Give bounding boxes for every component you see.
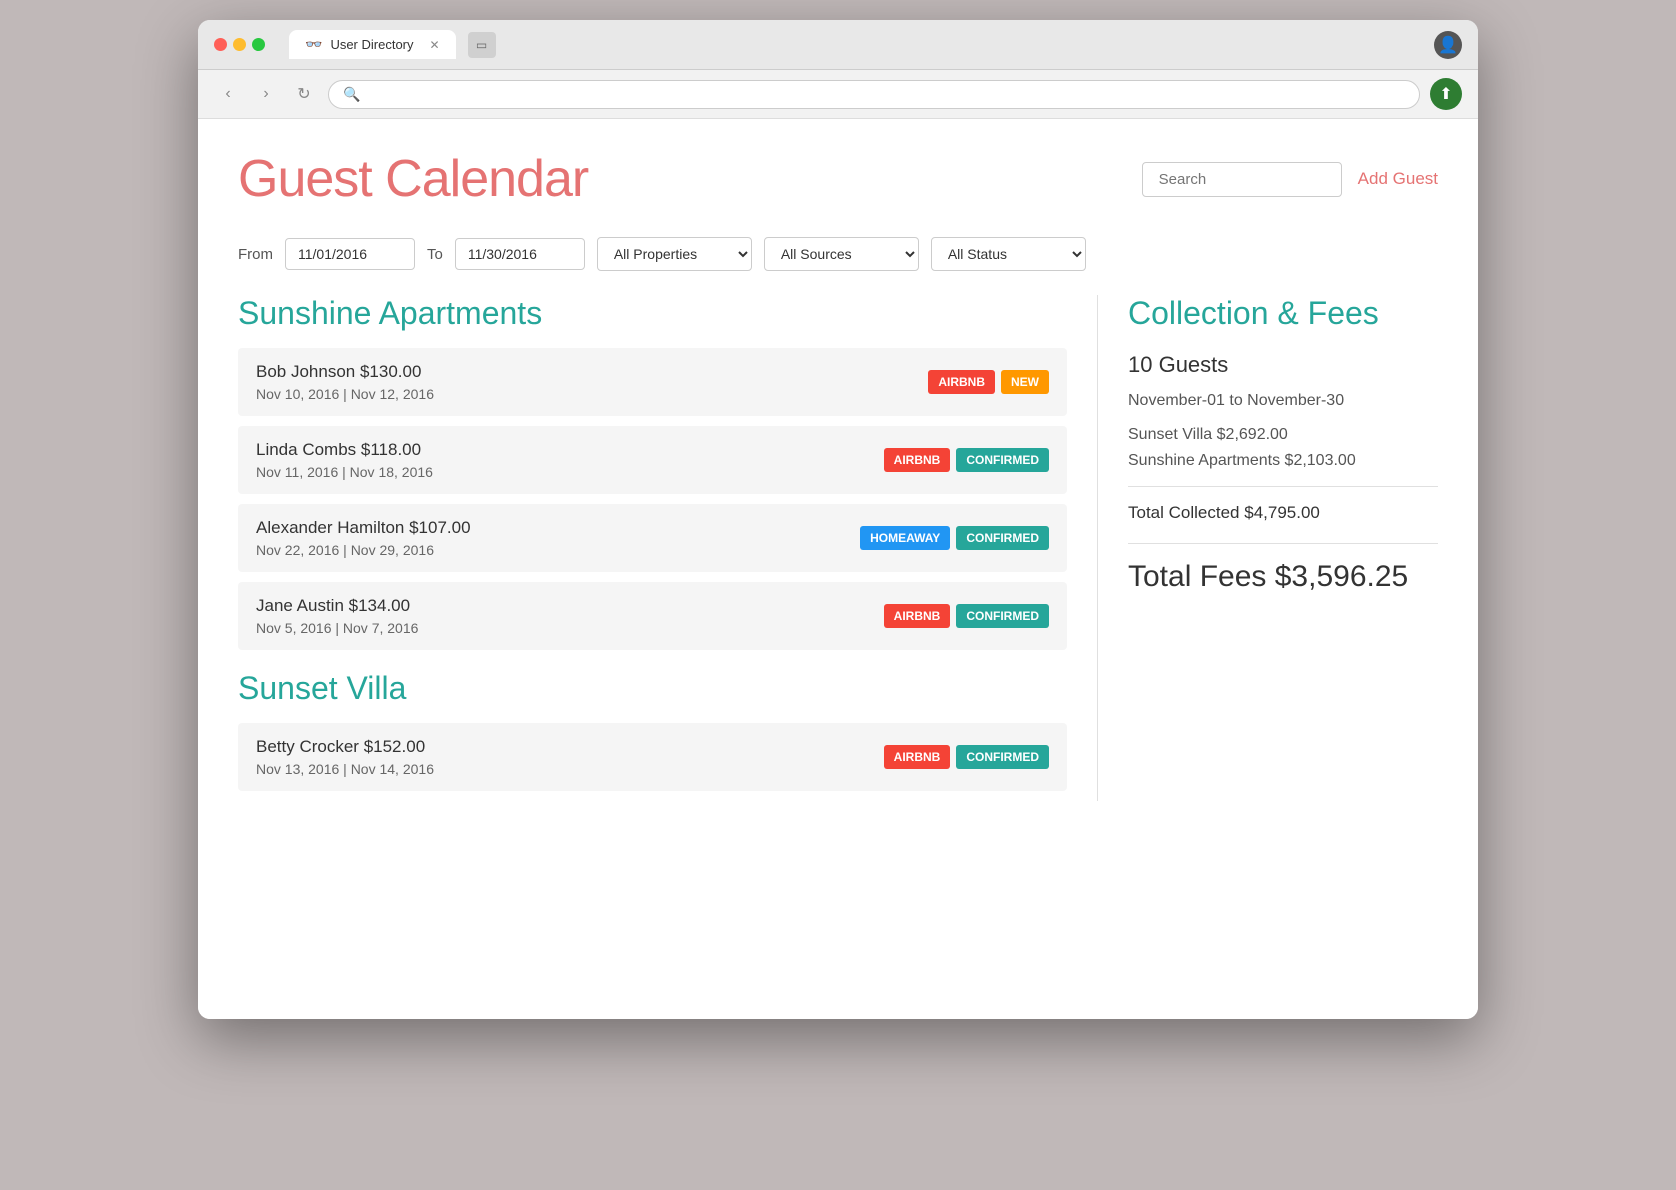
property-sunset: Sunset Villa Betty Crocker $152.00 Nov 1… xyxy=(238,670,1067,791)
total-fees-label: Total Fees xyxy=(1128,560,1266,593)
airbnb-badge-betty: AIRBNB xyxy=(884,745,951,769)
browser-titlebar: 👓 User Directory ✕ ▭ 👤 xyxy=(198,20,1478,70)
collection-title: Collection & Fees xyxy=(1128,295,1438,332)
property-sunshine: Sunshine Apartments Bob Johnson $130.00 … xyxy=(238,295,1067,650)
total-collected: Total Collected $4,795.00 xyxy=(1128,503,1438,523)
app-content: Guest Calendar Add Guest From To All Pro… xyxy=(198,119,1478,1019)
search-input[interactable] xyxy=(1142,162,1342,197)
guest-badges-alexander: HOMEAWAY CONFIRMED xyxy=(860,526,1049,550)
browser-dots xyxy=(214,38,265,51)
app-title: Guest Calendar xyxy=(238,149,588,209)
confirmed-badge-linda: CONFIRMED xyxy=(956,448,1049,472)
add-guest-button[interactable]: Add Guest xyxy=(1358,169,1438,189)
to-label: To xyxy=(427,246,443,263)
browser-window: 👓 User Directory ✕ ▭ 👤 ‹ › ↻ 🔍 ⬆ Guest C… xyxy=(198,20,1478,1019)
sunset-villa-amount: Sunset Villa $2,692.00 xyxy=(1128,426,1438,444)
minimize-dot[interactable] xyxy=(233,38,246,51)
guest-info-jane: Jane Austin $134.00 Nov 5, 2016 | Nov 7,… xyxy=(256,596,418,636)
guest-info-betty: Betty Crocker $152.00 Nov 13, 2016 | Nov… xyxy=(256,737,434,777)
confirmed-badge-alexander: CONFIRMED xyxy=(956,526,1049,550)
back-button[interactable]: ‹ xyxy=(214,80,242,108)
airbnb-badge-jane: AIRBNB xyxy=(884,604,951,628)
guest-dates-alexander: Nov 22, 2016 | Nov 29, 2016 xyxy=(256,542,471,558)
guest-info-alexander: Alexander Hamilton $107.00 Nov 22, 2016 … xyxy=(256,518,471,558)
airbnb-badge-linda: AIRBNB xyxy=(884,448,951,472)
collection-date-range: November-01 to November-30 xyxy=(1128,392,1438,410)
browser-navbar: ‹ › ↻ 🔍 ⬆ xyxy=(198,70,1478,119)
forward-button[interactable]: › xyxy=(252,80,280,108)
user-profile-icon[interactable]: 👤 xyxy=(1434,31,1462,59)
tab-icon: 👓 xyxy=(305,36,322,53)
guest-name-linda: Linda Combs $118.00 xyxy=(256,440,433,460)
guest-info-linda: Linda Combs $118.00 Nov 11, 2016 | Nov 1… xyxy=(256,440,433,480)
guest-card-linda[interactable]: Linda Combs $118.00 Nov 11, 2016 | Nov 1… xyxy=(238,426,1067,494)
main-layout: Sunshine Apartments Bob Johnson $130.00 … xyxy=(238,295,1438,801)
guest-name-betty: Betty Crocker $152.00 xyxy=(256,737,434,757)
guests-count: 10 Guests xyxy=(1128,352,1438,378)
total-collected-value: $4,795.00 xyxy=(1244,503,1320,522)
total-collected-label: Total Collected xyxy=(1128,503,1240,522)
all-status-select[interactable]: All Status xyxy=(931,237,1086,271)
address-bar[interactable]: 🔍 xyxy=(328,80,1420,109)
guest-dates-betty: Nov 13, 2016 | Nov 14, 2016 xyxy=(256,761,434,777)
airbnb-badge: AIRBNB xyxy=(928,370,995,394)
sidebar-collection: Collection & Fees 10 Guests November-01 … xyxy=(1098,295,1438,801)
guest-card-betty[interactable]: Betty Crocker $152.00 Nov 13, 2016 | Nov… xyxy=(238,723,1067,791)
browser-tab[interactable]: 👓 User Directory ✕ xyxy=(289,30,456,59)
to-date-input[interactable] xyxy=(455,238,585,270)
guest-name-alexander: Alexander Hamilton $107.00 xyxy=(256,518,471,538)
guest-card-bob[interactable]: Bob Johnson $130.00 Nov 10, 2016 | Nov 1… xyxy=(238,348,1067,416)
new-badge: NEW xyxy=(1001,370,1049,394)
guest-badges-jane: AIRBNB CONFIRMED xyxy=(884,604,1049,628)
maximize-dot[interactable] xyxy=(252,38,265,51)
guest-dates-bob: Nov 10, 2016 | Nov 12, 2016 xyxy=(256,386,434,402)
filter-bar: From To All Properties All Sources All S… xyxy=(238,237,1438,271)
sunset-title: Sunset Villa xyxy=(238,670,1067,707)
guest-card-alexander[interactable]: Alexander Hamilton $107.00 Nov 22, 2016 … xyxy=(238,504,1067,572)
app-header: Guest Calendar Add Guest xyxy=(238,149,1438,209)
confirmed-badge-jane: CONFIRMED xyxy=(956,604,1049,628)
header-actions: Add Guest xyxy=(1142,162,1438,197)
all-sources-select[interactable]: All Sources xyxy=(764,237,919,271)
search-icon: 🔍 xyxy=(343,86,360,103)
guest-name-jane: Jane Austin $134.00 xyxy=(256,596,418,616)
homeaway-badge-alexander: HOMEAWAY xyxy=(860,526,950,550)
close-dot[interactable] xyxy=(214,38,227,51)
new-tab-button[interactable]: ▭ xyxy=(468,32,496,58)
refresh-button[interactable]: ↻ xyxy=(290,80,318,108)
guest-card-jane[interactable]: Jane Austin $134.00 Nov 5, 2016 | Nov 7,… xyxy=(238,582,1067,650)
confirmed-badge-betty: CONFIRMED xyxy=(956,745,1049,769)
tab-close-button[interactable]: ✕ xyxy=(430,38,440,52)
total-fees-value: $3,596.25 xyxy=(1275,560,1408,593)
upload-button[interactable]: ⬆ xyxy=(1430,78,1462,110)
guest-dates-linda: Nov 11, 2016 | Nov 18, 2016 xyxy=(256,464,433,480)
all-properties-select[interactable]: All Properties xyxy=(597,237,752,271)
guest-badges-betty: AIRBNB CONFIRMED xyxy=(884,745,1049,769)
calendar-section: Sunshine Apartments Bob Johnson $130.00 … xyxy=(238,295,1098,801)
guest-badges-linda: AIRBNB CONFIRMED xyxy=(884,448,1049,472)
guest-info-bob: Bob Johnson $130.00 Nov 10, 2016 | Nov 1… xyxy=(256,362,434,402)
guest-name-bob: Bob Johnson $130.00 xyxy=(256,362,434,382)
total-fees: Total Fees $3,596.25 xyxy=(1128,560,1438,594)
collection-divider-2 xyxy=(1128,543,1438,544)
guest-badges-bob: AIRBNB NEW xyxy=(928,370,1049,394)
from-label: From xyxy=(238,246,273,263)
tab-title: User Directory xyxy=(330,37,413,52)
sunshine-apartments-amount: Sunshine Apartments $2,103.00 xyxy=(1128,452,1438,470)
sunshine-title: Sunshine Apartments xyxy=(238,295,1067,332)
guest-dates-jane: Nov 5, 2016 | Nov 7, 2016 xyxy=(256,620,418,636)
collection-divider xyxy=(1128,486,1438,487)
from-date-input[interactable] xyxy=(285,238,415,270)
